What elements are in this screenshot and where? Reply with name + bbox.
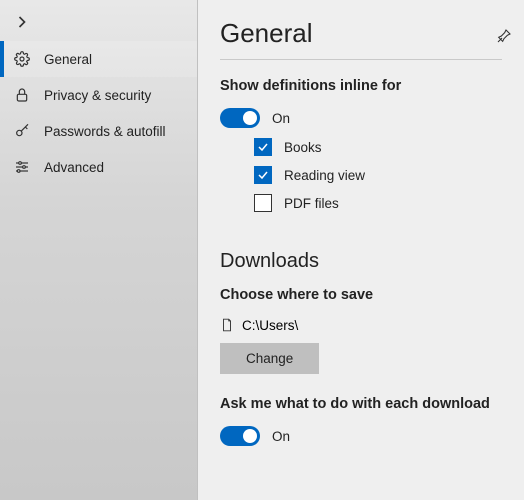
key-icon [14,123,30,139]
sidebar-item-label: Advanced [44,160,104,175]
ask-download-heading: Ask me what to do with each download [220,396,502,412]
back-button[interactable] [0,8,197,41]
change-button[interactable]: Change [220,343,319,374]
sidebar-item-label: General [44,52,92,67]
downloads-heading: Downloads [220,250,502,273]
chevron-right-icon [12,12,32,32]
checkbox-reading-view[interactable] [254,166,272,184]
sidebar-item-label: Privacy & security [44,88,151,103]
sidebar: General Privacy & security Passwords & a… [0,0,198,500]
lock-icon [14,87,30,103]
ask-download-toggle[interactable] [220,426,260,446]
checkbox-pdf-files[interactable] [254,194,272,212]
checkbox-label: Books [284,140,322,155]
checkbox-label: PDF files [284,196,339,211]
content-panel: General Show definitions inline for On B… [198,0,524,500]
divider [220,59,502,60]
choose-save-label: Choose where to save [220,287,502,303]
gear-icon [14,51,30,67]
checkbox-books[interactable] [254,138,272,156]
document-icon [220,317,234,333]
sidebar-item-privacy[interactable]: Privacy & security [0,77,197,113]
sidebar-item-general[interactable]: General [0,41,197,77]
definitions-toggle-state: On [272,111,290,126]
download-path: C:\Users\ [242,318,298,333]
sidebar-item-passwords[interactable]: Passwords & autofill [0,113,197,149]
checkbox-label: Reading view [284,168,365,183]
page-title: General [220,18,502,49]
ask-toggle-state: On [272,429,290,444]
definitions-heading: Show definitions inline for [220,78,502,94]
definitions-toggle[interactable] [220,108,260,128]
sidebar-item-advanced[interactable]: Advanced [0,149,197,185]
sidebar-item-label: Passwords & autofill [44,124,166,139]
sliders-icon [14,159,30,175]
pin-icon[interactable] [496,28,512,44]
